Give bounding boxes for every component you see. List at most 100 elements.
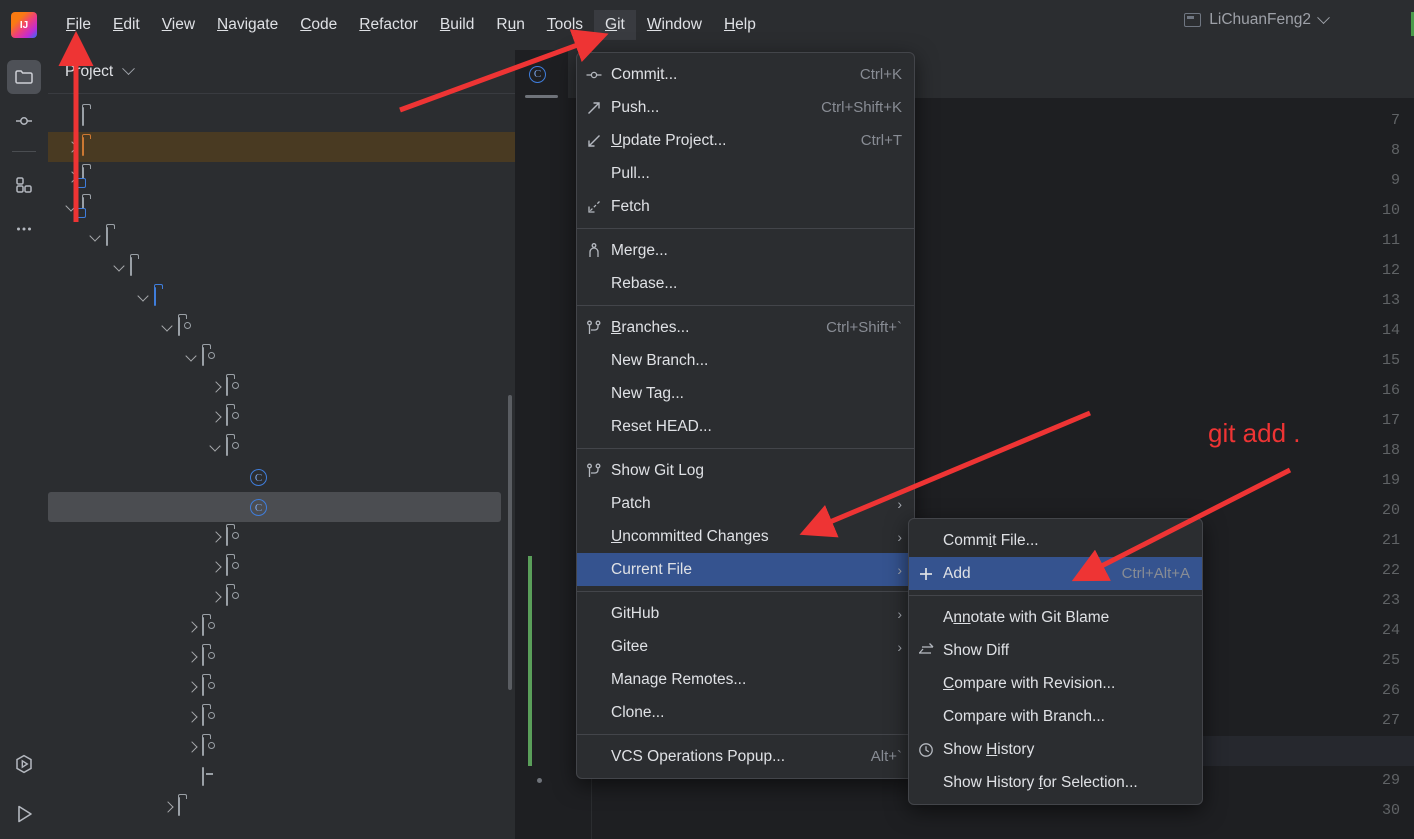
chevron-right-icon[interactable] [184, 619, 200, 635]
menu-code[interactable]: Code [289, 10, 348, 41]
menu-item-show-git-log[interactable]: Show Git Log [577, 454, 914, 487]
chevron-right-icon[interactable] [208, 409, 224, 425]
project-tree-scrollbar[interactable] [508, 395, 512, 690]
menu-item-clone[interactable]: Clone... [577, 696, 914, 729]
tree-item-zhouwenfeng[interactable] [48, 582, 515, 612]
more-tool-windows-button[interactable] [7, 212, 41, 246]
menu-item-show-history-for-selection[interactable]: Show History for Selection... [909, 766, 1202, 799]
menu-file[interactable]: File [55, 10, 102, 41]
tree-item-src[interactable] [48, 222, 515, 252]
tree-item-main[interactable] [48, 252, 515, 282]
tree-item-resource[interactable] [48, 792, 515, 822]
menu-item-fetch[interactable]: Fetch [577, 190, 914, 223]
menu-edit[interactable]: Edit [102, 10, 151, 41]
menu-item-push[interactable]: Push... Ctrl+Shift+K [577, 91, 914, 124]
menu-item-reset-head[interactable]: Reset HEAD... [577, 410, 914, 443]
tree-item-group1[interactable] [48, 342, 515, 372]
tree-item-chengziyin[interactable] [48, 402, 515, 432]
chevron-down-icon[interactable] [136, 289, 152, 305]
structure-tool-window-button[interactable] [7, 168, 41, 202]
chevron-right-icon[interactable] [160, 799, 176, 815]
tree-item-sifan[interactable] [48, 522, 515, 552]
tree-item-group5[interactable] [48, 702, 515, 732]
menu-refactor[interactable]: Refactor [348, 10, 429, 41]
menu-item-commit[interactable]: Commit... Ctrl+K [577, 58, 914, 91]
chevron-down-icon[interactable] [88, 229, 104, 245]
menu-item-uncommitted-changes[interactable]: Uncommitted Changes › [577, 520, 914, 553]
tree-item-qyyb-iml[interactable] [48, 762, 515, 792]
tree-item-work-2024-03-06-example-[interactable] [48, 162, 515, 192]
editor-tab-lic[interactable]: C [515, 50, 568, 98]
menu-item-vcs-operations-popup[interactable]: VCS Operations Popup... Alt+` [577, 740, 914, 773]
chevron-down-icon[interactable] [112, 259, 128, 275]
tree-item-out[interactable] [48, 132, 515, 162]
chevron-down-icon[interactable] [160, 319, 176, 335]
menu-item-branches[interactable]: Branches... Ctrl+Shift+` [577, 311, 914, 344]
tree-item-chencijun[interactable] [48, 372, 515, 402]
menu-item-update-project[interactable]: Update Project... Ctrl+T [577, 124, 914, 157]
menu-view[interactable]: View [151, 10, 206, 41]
current-file-submenu[interactable]: Commit File... Add Ctrl+Alt+A Annotate with… [908, 518, 1203, 805]
chevron-right-icon[interactable] [184, 709, 200, 725]
project-tool-window-button[interactable] [7, 60, 41, 94]
tree-item-lichuanfeng2[interactable]: C [48, 492, 501, 522]
chevron-down-icon[interactable] [122, 62, 136, 76]
menu-item-new-branch[interactable]: New Branch... [577, 344, 914, 377]
menu-run[interactable]: Run [485, 10, 535, 41]
chevron-down-icon[interactable] [208, 439, 224, 455]
chevron-right-icon[interactable] [208, 589, 224, 605]
java-class-icon: C [250, 468, 268, 486]
chevron-down-icon[interactable] [184, 349, 200, 365]
tree-item-com-stx-qyyb[interactable] [48, 312, 515, 342]
menu-item-gitee[interactable]: Gitee › [577, 630, 914, 663]
menu-item-pull[interactable]: Pull... [577, 157, 914, 190]
run-tool-window-button[interactable] [7, 797, 41, 831]
commit-tool-window-button[interactable] [7, 104, 41, 138]
tree-item-work-2024-03-07[interactable] [48, 192, 515, 222]
chevron-right-icon[interactable] [184, 739, 200, 755]
menu-item-compare-with-branch[interactable]: Compare with Branch... [909, 700, 1202, 733]
tree-item-wujiale[interactable] [48, 552, 515, 582]
services-tool-window-button[interactable] [7, 747, 41, 781]
project-tree[interactable]: CC [48, 94, 515, 822]
run-configuration-selector[interactable]: LiChuanFeng2 [1184, 10, 1330, 29]
menu-navigate[interactable]: Navigate [206, 10, 289, 41]
tree-item-group2[interactable] [48, 612, 515, 642]
menu-item-merge[interactable]: Merge... [577, 234, 914, 267]
menu-git[interactable]: Git [594, 9, 636, 41]
menu-item-annotate-with-git-blame[interactable]: Annotate with Git Blame [909, 601, 1202, 634]
menu-item-new-tag[interactable]: New Tag... [577, 377, 914, 410]
menu-item-github[interactable]: GitHub › [577, 597, 914, 630]
tree-item-lichuanfeng[interactable] [48, 432, 515, 462]
menu-item-show-diff[interactable]: Show Diff [909, 634, 1202, 667]
tree-item-group4[interactable] [48, 672, 515, 702]
chevron-right-icon[interactable] [208, 529, 224, 545]
git-dropdown-menu[interactable]: Commit... Ctrl+K Push... Ctrl+Shift+K Update… [576, 52, 915, 779]
menu-item-show-history[interactable]: Show History [909, 733, 1202, 766]
menu-item-manage-remotes[interactable]: Manage Remotes... [577, 663, 914, 696]
menu-item-current-file[interactable]: Current File › [577, 553, 914, 586]
chevron-right-icon[interactable] [184, 679, 200, 695]
tree-item-lichuanfeng[interactable]: C [48, 462, 515, 492]
vcs-change-marker[interactable] [528, 556, 532, 766]
menu-tools[interactable]: Tools [536, 10, 594, 41]
chevron-right-icon[interactable] [208, 379, 224, 395]
chevron-right-icon[interactable] [208, 559, 224, 575]
menu-window[interactable]: Window [636, 10, 713, 41]
menu-item-compare-with-revision[interactable]: Compare with Revision... [909, 667, 1202, 700]
menu-item-commit-file[interactable]: Commit File... [909, 524, 1202, 557]
tree-item-java-work[interactable] [48, 102, 515, 132]
code-fold-dot[interactable] [537, 778, 542, 783]
tree-item-java[interactable] [48, 282, 515, 312]
tree-item-group3[interactable] [48, 642, 515, 672]
chevron-right-icon[interactable] [64, 139, 80, 155]
menu-item-add[interactable]: Add Ctrl+Alt+A [909, 557, 1202, 590]
menu-help[interactable]: Help [713, 10, 767, 41]
menu-item-patch[interactable]: Patch › [577, 487, 914, 520]
menu-build[interactable]: Build [429, 10, 485, 41]
main-menu-bar: File Edit View Navigate Code Refactor Bu… [0, 0, 1414, 50]
package-icon [178, 317, 196, 336]
menu-item-rebase[interactable]: Rebase... [577, 267, 914, 300]
chevron-right-icon[interactable] [184, 649, 200, 665]
tree-item-group6[interactable] [48, 732, 515, 762]
